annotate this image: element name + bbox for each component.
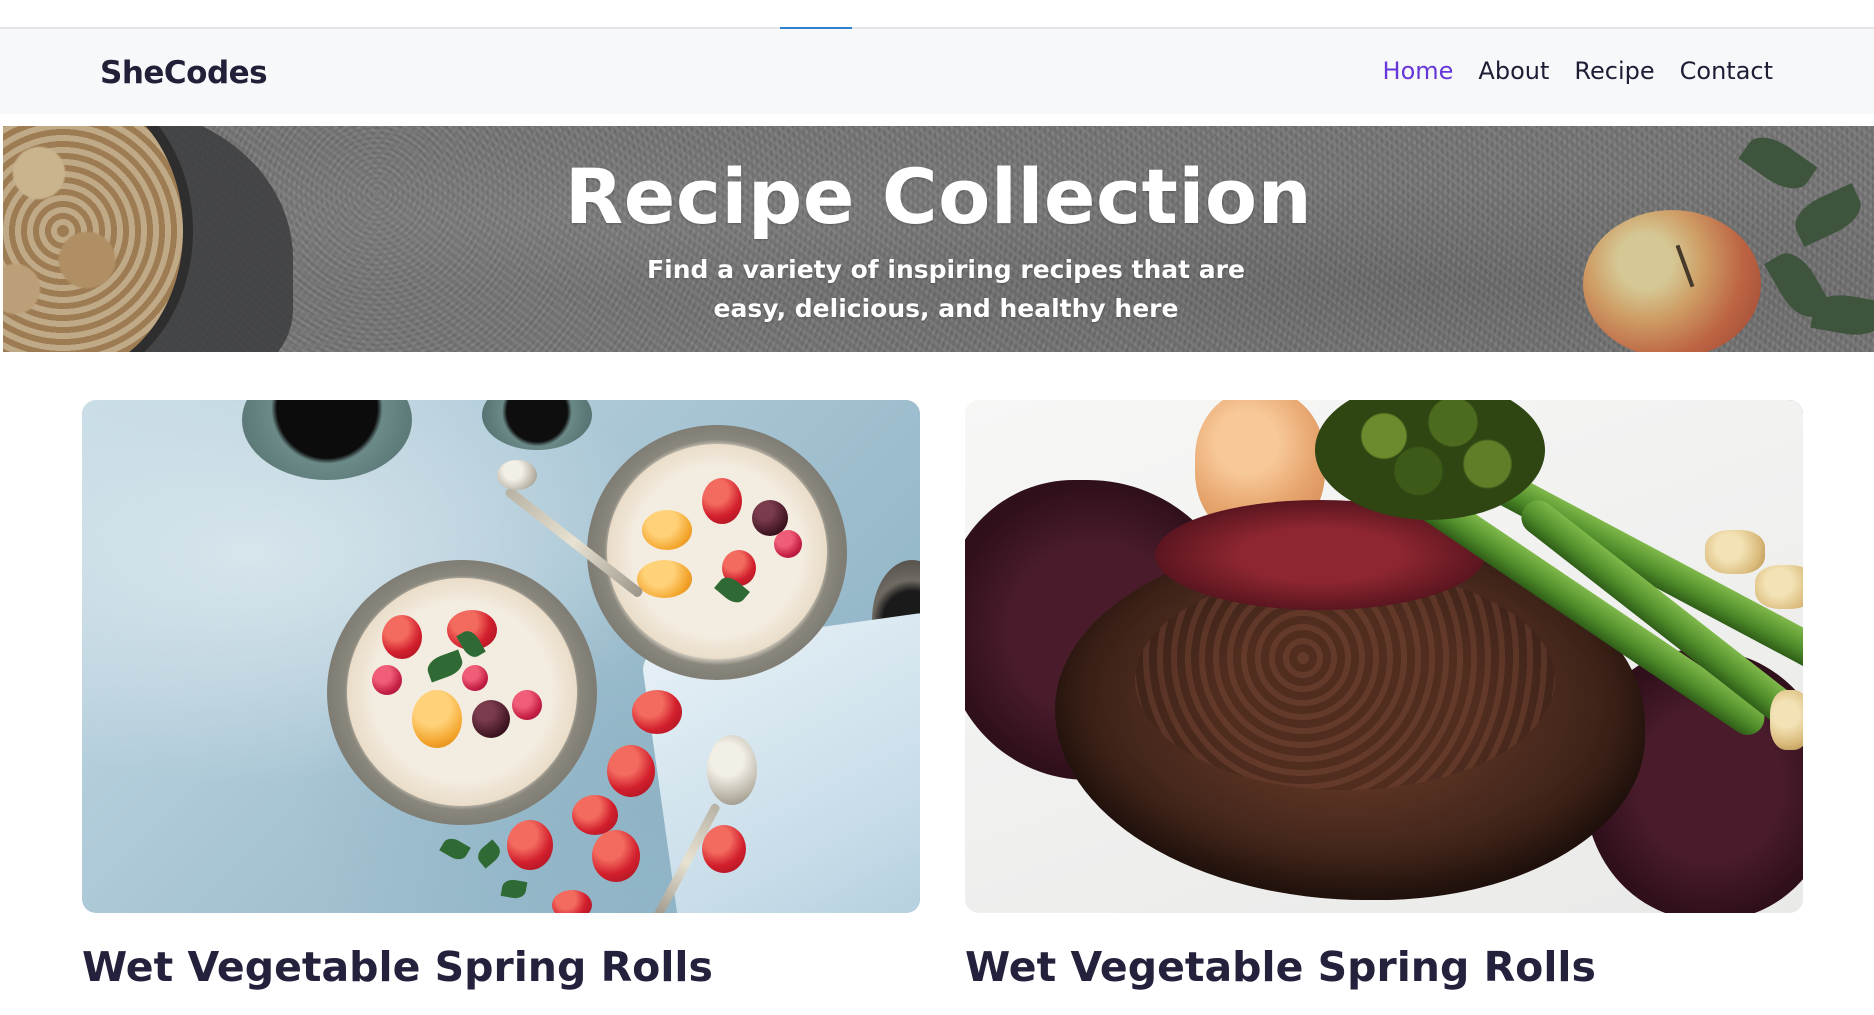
nav-link-home[interactable]: Home [1383,57,1454,85]
page: SheCodes Home About Recipe Contact Recip… [0,0,1874,1015]
hero-banner: Recipe Collection Find a variety of insp… [3,126,1874,352]
spoon-head [497,460,537,490]
nav-links: Home About Recipe Contact [1383,57,1773,85]
strawberry [607,745,655,797]
brand-logo[interactable]: SheCodes [100,55,268,91]
strawberry [702,825,746,873]
strawberry [632,690,682,734]
hero-title: Recipe Collection [564,152,1313,241]
garlic-chip [1705,530,1765,574]
nav-link-recipe[interactable]: Recipe [1574,57,1654,85]
raspberry [372,665,402,695]
orange-slice [412,690,462,748]
recipe-card[interactable]: Wet Vegetable Spring Rolls [965,400,1803,991]
garlic-chip [1755,565,1803,609]
raspberry [462,665,488,691]
recipe-card-title[interactable]: Wet Vegetable Spring Rolls [82,943,920,991]
nav-link-contact[interactable]: Contact [1680,57,1773,85]
strawberry [382,615,422,659]
garlic-chip [1770,690,1803,750]
strawberry [702,478,742,524]
strawberry [507,820,553,870]
recipe-image-breakfast-bowls[interactable] [82,400,920,913]
nav-link-about[interactable]: About [1478,57,1549,85]
strawberry [572,795,618,835]
raspberry [774,530,802,558]
strawberry [592,830,640,882]
recipe-card[interactable]: Wet Vegetable Spring Rolls [82,400,920,991]
recipe-card-title[interactable]: Wet Vegetable Spring Rolls [965,943,1803,991]
navbar: SheCodes Home About Recipe Contact [0,29,1874,114]
cherry [472,700,510,738]
hero-subtitle: Find a variety of inspiring recipes that… [647,255,1245,323]
raspberry [512,690,542,720]
browser-top-strip [0,0,1874,28]
orange-slice [642,510,692,550]
orange-slice [637,560,692,598]
strawberry [552,890,592,913]
recipe-image-steak[interactable] [965,400,1803,913]
spoon-head [707,735,757,805]
